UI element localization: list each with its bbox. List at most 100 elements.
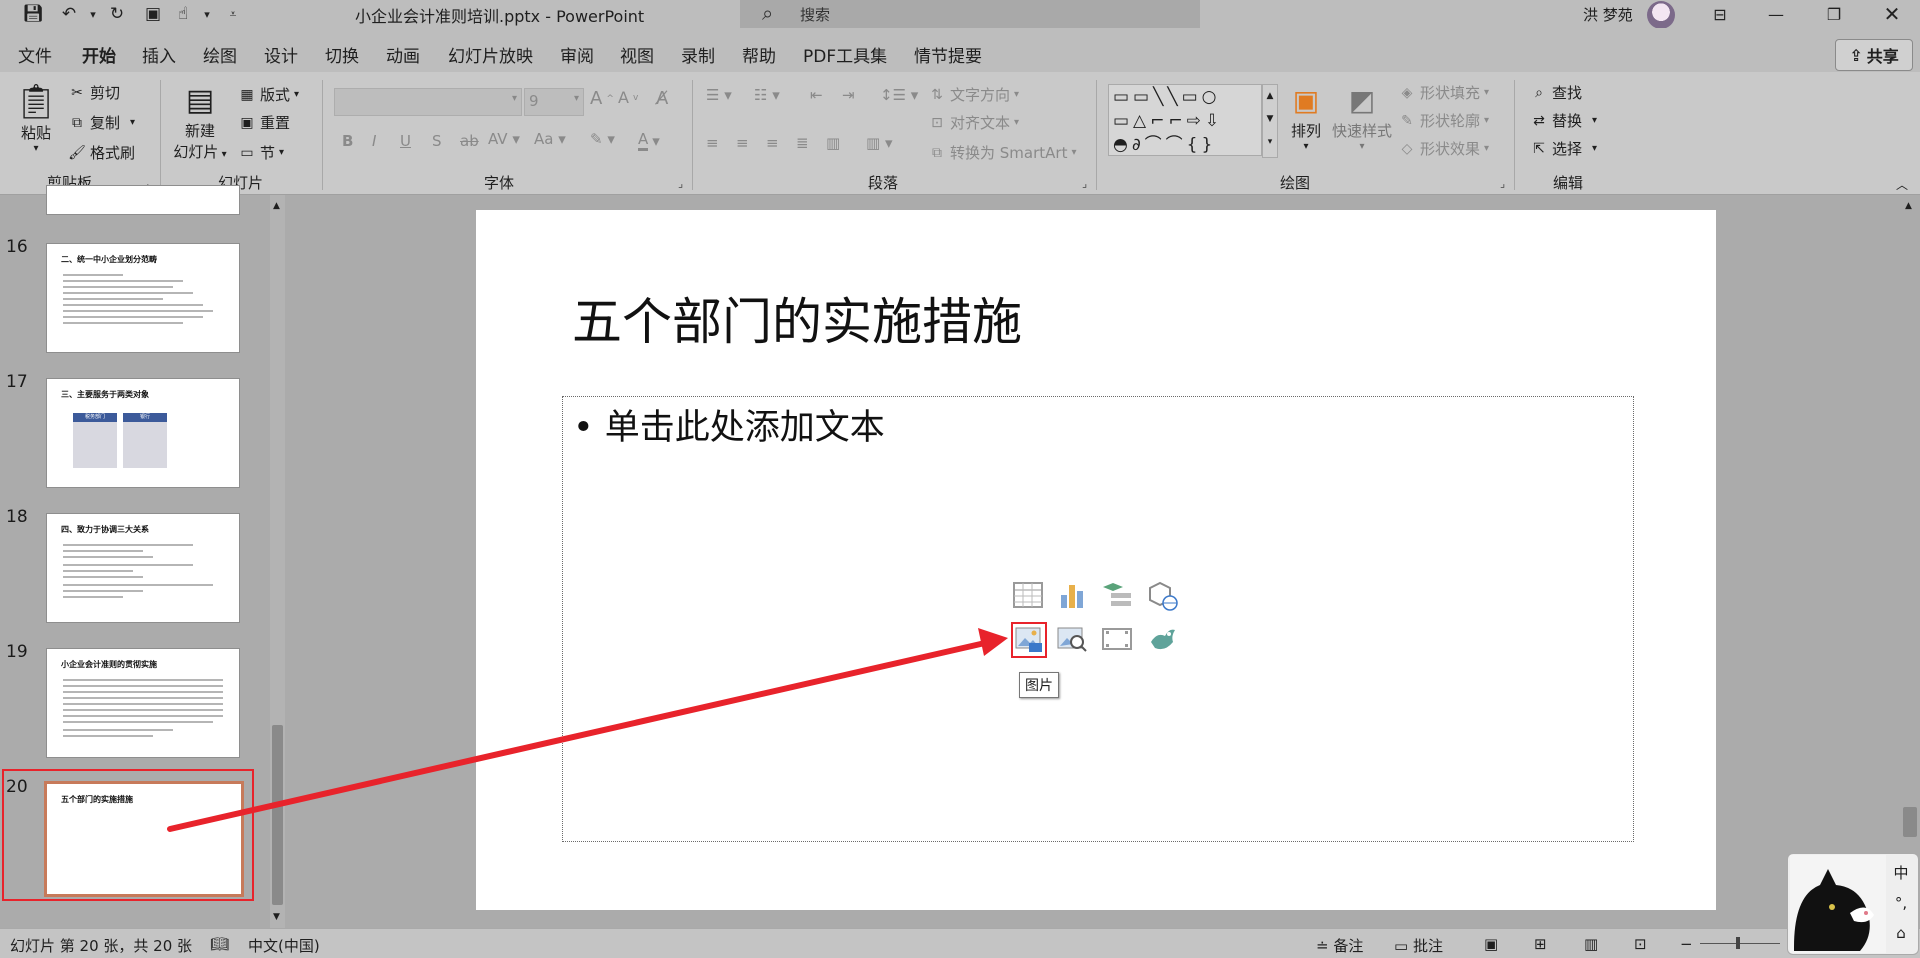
dialog-launcher-icon[interactable]: ⌟ xyxy=(1082,177,1087,190)
italic-icon[interactable]: I xyxy=(372,132,376,150)
slide-thumbnail[interactable]: 三、主要服务于两类对象 税务部门 银行 xyxy=(46,378,240,488)
bold-icon[interactable]: B xyxy=(342,132,353,150)
gallery-scroll[interactable]: ▲ ▼ ▾ xyxy=(1262,84,1278,158)
slide-title[interactable]: 五个部门的实施措施 xyxy=(572,282,1022,354)
reset-button[interactable]: ▣ 重置 xyxy=(238,112,290,133)
font-size-combo[interactable]: 9 ▾ xyxy=(524,88,584,116)
undo-icon[interactable]: ↶ xyxy=(58,3,80,25)
slide-thumbnail-selected[interactable]: 五个部门的实施措施 xyxy=(44,781,244,897)
tab-help[interactable]: 帮助 xyxy=(742,42,776,67)
grow-font-icon[interactable]: A ^ xyxy=(590,88,614,109)
chevron-down-icon[interactable]: ▾ xyxy=(82,3,104,25)
ime-punctuation[interactable]: °, xyxy=(1888,888,1914,918)
zoom-slider[interactable] xyxy=(1700,943,1780,944)
save-icon[interactable]: 💾︎ xyxy=(22,3,44,25)
shapes-gallery[interactable]: ▭▭╲╲▭○ ▭△⌐⌐⇨⇩ ◓∂⌒⌒{} xyxy=(1108,84,1262,156)
minimize-button[interactable]: — xyxy=(1752,0,1800,28)
notes-button[interactable]: ≐ 备注 xyxy=(1316,935,1363,956)
tab-view[interactable]: 视图 xyxy=(620,42,654,67)
search-box[interactable]: ⌕ 搜索 xyxy=(740,0,1200,28)
replace-button[interactable]: ⇄ 替换 ▾ xyxy=(1530,110,1597,131)
comments-button[interactable]: ▭ 批注 xyxy=(1394,935,1443,956)
tab-home[interactable]: 开始 xyxy=(82,42,116,75)
text-direction-button[interactable]: ⇅ 文字方向 ▾ xyxy=(928,84,1019,105)
zoom-out-icon[interactable]: − xyxy=(1680,935,1693,953)
layout-button[interactable]: ▦ 版式 ▾ xyxy=(238,84,299,105)
tab-insert[interactable]: 插入 xyxy=(142,42,176,67)
increase-indent-icon[interactable]: ⇥ xyxy=(842,86,855,104)
align-text-button[interactable]: ⊡ 对齐文本 ▾ xyxy=(928,112,1019,133)
dialog-launcher-icon[interactable]: ⌟ xyxy=(1500,177,1505,190)
bullets-icon[interactable]: ☰ ▾ xyxy=(706,86,732,104)
highlight-icon[interactable]: ✎ ▾ xyxy=(590,130,615,148)
clear-format-icon[interactable]: A̸ xyxy=(656,88,668,109)
ribbon-display-icon[interactable]: ⊟ xyxy=(1696,0,1744,28)
shadow-icon[interactable]: S xyxy=(432,132,442,150)
ime-settings-icon[interactable]: ⌂ xyxy=(1888,918,1914,948)
line-spacing-icon[interactable]: ↕☰ ▾ xyxy=(880,86,918,104)
ime-mode[interactable]: 中 xyxy=(1888,858,1914,888)
tab-animations[interactable]: 动画 xyxy=(386,42,420,67)
spellcheck-icon[interactable]: 📖︎ xyxy=(210,935,229,953)
ime-toolbar[interactable]: 中 °, ⌂ xyxy=(1787,853,1919,955)
select-button[interactable]: ⇱ 选择 ▾ xyxy=(1530,138,1597,159)
picture-icon[interactable] xyxy=(1011,622,1047,658)
customize-icon[interactable]: ⩡ xyxy=(222,3,244,25)
copy-button[interactable]: ⧉ 复制 ▾ xyxy=(68,112,135,133)
format-painter-button[interactable]: 🖌︎ 格式刷 xyxy=(68,142,135,163)
tab-pdf-tools[interactable]: PDF工具集 xyxy=(803,42,887,67)
shape-effects-button[interactable]: ◇ 形状效果 ▾ xyxy=(1398,138,1489,159)
tab-draw[interactable]: 绘图 xyxy=(203,42,237,67)
section-button[interactable]: ▭ 节 ▾ xyxy=(238,142,284,163)
character-spacing-icon[interactable]: AV ▾ xyxy=(488,130,520,148)
icons-icon[interactable] xyxy=(1145,622,1179,656)
slide-thumbnail[interactable] xyxy=(46,185,240,215)
search-input[interactable]: 搜索 xyxy=(800,4,830,25)
user-name[interactable]: 洪 梦苑 xyxy=(1583,4,1633,25)
change-case-icon[interactable]: Aa ▾ xyxy=(534,130,566,148)
new-slide-button[interactable]: ▤ 新建 幻灯片 ▾ xyxy=(170,82,230,162)
tab-storyboard[interactable]: 情节提要 xyxy=(914,42,982,67)
dialog-launcher-icon[interactable]: ⌟ xyxy=(678,177,683,190)
content-placeholder[interactable]: • 单击此处添加文本 xyxy=(562,396,1634,842)
tab-design[interactable]: 设计 xyxy=(264,42,298,67)
shape-outline-button[interactable]: ✎ 形状轮廓 ▾ xyxy=(1398,110,1489,131)
tab-transitions[interactable]: 切换 xyxy=(325,42,359,67)
find-button[interactable]: ⌕ 查找 xyxy=(1530,82,1582,103)
shrink-font-icon[interactable]: Av xyxy=(618,88,638,107)
collapse-ribbon-icon[interactable]: ︿ xyxy=(1896,176,1908,193)
avatar[interactable] xyxy=(1647,1,1675,29)
language-status[interactable]: 中文(中国) xyxy=(248,935,320,956)
smartart-button[interactable]: ⧉ 转换为 SmartArt ▾ xyxy=(928,142,1076,163)
slide-thumbnail[interactable]: 二、统一中小企业划分范畴 xyxy=(46,243,240,353)
tab-review[interactable]: 审阅 xyxy=(560,42,594,67)
distributed-icon[interactable]: ▥ xyxy=(826,134,840,152)
share-button[interactable]: ⇪ 共享 xyxy=(1835,39,1913,71)
presenter-icon[interactable]: ▣ xyxy=(142,3,164,25)
close-button[interactable]: ✕ xyxy=(1868,0,1916,28)
align-center-icon[interactable]: ≡ xyxy=(736,134,749,152)
columns-icon[interactable]: ▥ ▾ xyxy=(866,134,892,152)
align-left-icon[interactable]: ≡ xyxy=(706,134,719,152)
table-icon[interactable] xyxy=(1011,578,1045,612)
numbering-icon[interactable]: ☷ ▾ xyxy=(754,86,780,104)
justify-icon[interactable]: ≣ xyxy=(796,134,809,152)
slide-thumbnail[interactable]: 小企业会计准则的贯彻实施 xyxy=(46,648,240,758)
font-name-combo[interactable]: ▾ xyxy=(334,88,522,116)
restore-button[interactable]: ❐ xyxy=(1810,0,1858,28)
touch-mode-icon[interactable]: ☝ xyxy=(172,3,194,25)
chevron-down-icon[interactable]: ▾ xyxy=(196,3,218,25)
stock-images-icon[interactable] xyxy=(1055,622,1089,656)
arrange-button[interactable]: ▣ 排列 ▾ xyxy=(1286,82,1326,152)
redo-icon[interactable]: ↻ xyxy=(106,3,128,25)
slide-scrollbar[interactable]: ▲ xyxy=(1900,195,1920,928)
normal-view-icon[interactable]: ▣ xyxy=(1484,935,1498,953)
slide-canvas[interactable]: 五个部门的实施措施 • 单击此处添加文本 xyxy=(476,210,1716,910)
strikethrough-icon[interactable]: ab xyxy=(460,132,479,150)
3d-model-icon[interactable] xyxy=(1145,578,1179,612)
placeholder-text[interactable]: • 单击此处添加文本 xyxy=(573,399,885,450)
shape-fill-button[interactable]: ◈ 形状填充 ▾ xyxy=(1398,82,1489,103)
smartart-icon[interactable] xyxy=(1100,578,1134,612)
zoom-slider-thumb[interactable] xyxy=(1736,937,1740,949)
slide-sorter-icon[interactable]: ⊞ xyxy=(1534,935,1547,953)
